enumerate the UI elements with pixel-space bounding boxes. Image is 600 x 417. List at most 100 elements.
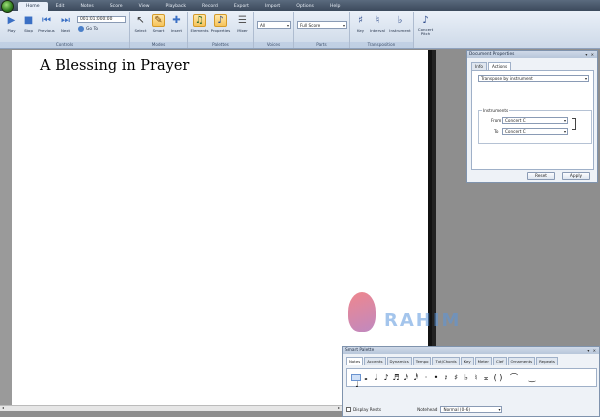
play-button[interactable]: ▶ Play	[3, 14, 20, 33]
menu-notes[interactable]: Notes	[72, 2, 101, 11]
voices-select[interactable]: All ▾	[257, 21, 291, 29]
apply-button[interactable]: Apply	[562, 172, 590, 180]
stop-button[interactable]: ■ Stop	[20, 14, 37, 33]
sixteenth-note-icon[interactable]: ♬	[391, 368, 401, 387]
menu-playback[interactable]: Playback	[158, 2, 195, 11]
interval-button[interactable]: ♮ Interval	[369, 14, 386, 33]
natural-icon[interactable]: ♮	[471, 368, 481, 387]
properties-button[interactable]: ♪ Properties	[211, 14, 230, 33]
left-margin	[0, 50, 12, 405]
mixer-icon: ☰	[238, 15, 247, 26]
from-instrument-select[interactable]: Concert C ▾	[502, 117, 568, 124]
rest-icon[interactable]: 𝄽	[441, 368, 451, 387]
instrument-button[interactable]: ♭ Instrument	[389, 14, 411, 33]
menu-home[interactable]: Home	[18, 2, 48, 11]
menu-edit[interactable]: Edit	[48, 2, 73, 11]
menu-export[interactable]: Export	[226, 2, 257, 11]
sixty-fourth-note-icon[interactable]: 𝅘𝅥𝅰	[411, 368, 421, 387]
elements-button[interactable]: ♫ Elements	[190, 14, 209, 33]
parts-group-label: Parts	[294, 42, 349, 48]
palette-tab-tempo[interactable]: Tempo	[412, 357, 432, 365]
palette-tab-accents[interactable]: Accents	[364, 357, 386, 365]
transposition-group-label: Transposition	[350, 42, 413, 48]
palette-tab-ornaments[interactable]: Ornaments	[507, 357, 536, 365]
watermark-logo: RAHIM	[342, 292, 462, 342]
mixer-button[interactable]: ☰ Mixer	[234, 14, 251, 33]
palettes-group-label: Palettes	[188, 42, 253, 48]
palettes-group: ♫ Elements ♪ Properties ☰ Mixer Palettes	[188, 12, 254, 48]
tab-info[interactable]: Info	[471, 62, 487, 70]
whole-note-icon[interactable]: 𝅝	[361, 368, 371, 387]
time-position-field[interactable]: 001:01:000:00	[77, 16, 126, 23]
palette-tab-notes[interactable]: Notes	[346, 357, 364, 365]
scroll-right-icon[interactable]: ▸	[338, 405, 340, 410]
next-icon: ⏭	[61, 15, 70, 26]
transpose-mode-select[interactable]: Transpose by instrument ▾	[478, 75, 589, 82]
reset-button[interactable]: Reset	[527, 172, 555, 180]
panel-controls-icon[interactable]: ▾ ✕	[587, 347, 597, 354]
parts-select[interactable]: Full Score ▾	[297, 21, 347, 29]
palette-tab-clef[interactable]: Clef	[492, 357, 507, 365]
menu-import[interactable]: Import	[257, 2, 288, 11]
note-symbols-row: 𝅜 𝅝 𝅗𝅥 ♩ ♪ ♬ 𝅘𝅥𝅯 𝅘𝅥𝅰 · • 𝄽 ♯ ♭ ♮ 𝄪 ( ) ⌒…	[346, 368, 597, 389]
concert-pitch-button[interactable]: ♪ Concert Pitch	[417, 14, 434, 36]
palette-tab-meter[interactable]: Meter	[474, 357, 492, 365]
eighth-note-icon[interactable]: ♪	[381, 368, 391, 387]
quarter-note-icon[interactable]: ♩	[351, 374, 361, 389]
slur-icon[interactable]: ⌒	[505, 368, 523, 387]
notehead-select[interactable]: Normal (0-6) ▾	[440, 405, 503, 413]
modes-group: ↖ Select ✎ Smart ✚ Insert Modes	[130, 12, 188, 48]
palette-tab-key[interactable]: Key	[460, 357, 474, 365]
previous-icon: ⏮	[42, 15, 51, 26]
palette-tabs: Notes Accents Dynamics Tempo Txt/Chords …	[346, 357, 599, 365]
sharp-icon[interactable]: ♯	[451, 368, 461, 387]
menu-score[interactable]: Score	[102, 2, 131, 11]
display-rests-checkbox[interactable]	[346, 406, 351, 412]
parts-group: Full Score ▾ Parts	[294, 12, 350, 48]
smart-mode-button[interactable]: ✎ Smart	[150, 14, 167, 33]
watermark-text: RAHIM	[384, 310, 462, 331]
chevron-down-icon: ▾	[563, 129, 566, 134]
voices-group-label: Voices	[254, 42, 293, 48]
menu-help[interactable]: Help	[322, 2, 348, 11]
chevron-down-icon: ▾	[498, 406, 501, 412]
menu-view[interactable]: View	[131, 2, 158, 11]
to-instrument-select[interactable]: Concert C ▾	[502, 128, 568, 135]
chevron-down-icon: ▾	[563, 118, 566, 123]
actions-tab-content: Transpose by instrument ▾ Instruments Fr…	[471, 70, 594, 170]
flat-icon[interactable]: ♭	[461, 368, 471, 387]
display-rests-label: Display Rests	[353, 406, 382, 412]
half-note-icon[interactable]: 𝅗𝅥	[371, 368, 381, 387]
double-sharp-icon[interactable]: 𝄪	[481, 368, 491, 387]
insert-mode-button[interactable]: ✚ Insert	[168, 14, 185, 33]
from-label: From	[491, 118, 502, 123]
tab-actions[interactable]: Actions	[487, 62, 512, 70]
next-button[interactable]: ⏭ Next	[57, 14, 74, 33]
goto-button[interactable]: Go To	[78, 26, 98, 32]
menu-record[interactable]: Record	[194, 2, 226, 11]
select-mode-button[interactable]: ↖ Select	[132, 14, 149, 33]
key-icon: ♯	[358, 15, 363, 26]
instruments-label: Instruments	[482, 108, 510, 113]
horizontal-scrollbar[interactable]: ◂ ▸	[0, 405, 342, 411]
app-orb-icon[interactable]	[1, 0, 14, 13]
scroll-left-icon[interactable]: ◂	[2, 405, 4, 410]
smart-icon: ✎	[152, 14, 165, 27]
double-dot-icon[interactable]: •	[431, 368, 441, 387]
chevron-down-icon: ▾	[584, 76, 587, 81]
cursor-icon: ↖	[136, 15, 145, 26]
panel-controls-icon[interactable]: ▾ ✕	[585, 51, 595, 58]
score-title[interactable]: A Blessing in Prayer	[40, 58, 189, 74]
parentheses-icon[interactable]: ( )	[491, 368, 505, 387]
key-button[interactable]: ♯ Key	[352, 14, 369, 33]
dot-icon[interactable]: ·	[421, 368, 431, 387]
thirty-second-note-icon[interactable]: 𝅘𝅥𝅯	[401, 368, 411, 387]
palette-tab-dynamics[interactable]: Dynamics	[386, 357, 412, 365]
elements-icon: ♫	[193, 14, 206, 27]
palette-tab-repeats[interactable]: Repeats	[536, 357, 558, 365]
previous-button[interactable]: ⏮ Previous	[38, 14, 55, 33]
menu-options[interactable]: Options	[288, 2, 322, 11]
tie-icon[interactable]: ‿	[523, 368, 541, 387]
transposition-group: ♯ Key ♮ Interval ♭ Instrument Transposit…	[350, 12, 414, 48]
palette-tab-txt-chords[interactable]: Txt/Chords	[432, 357, 460, 365]
